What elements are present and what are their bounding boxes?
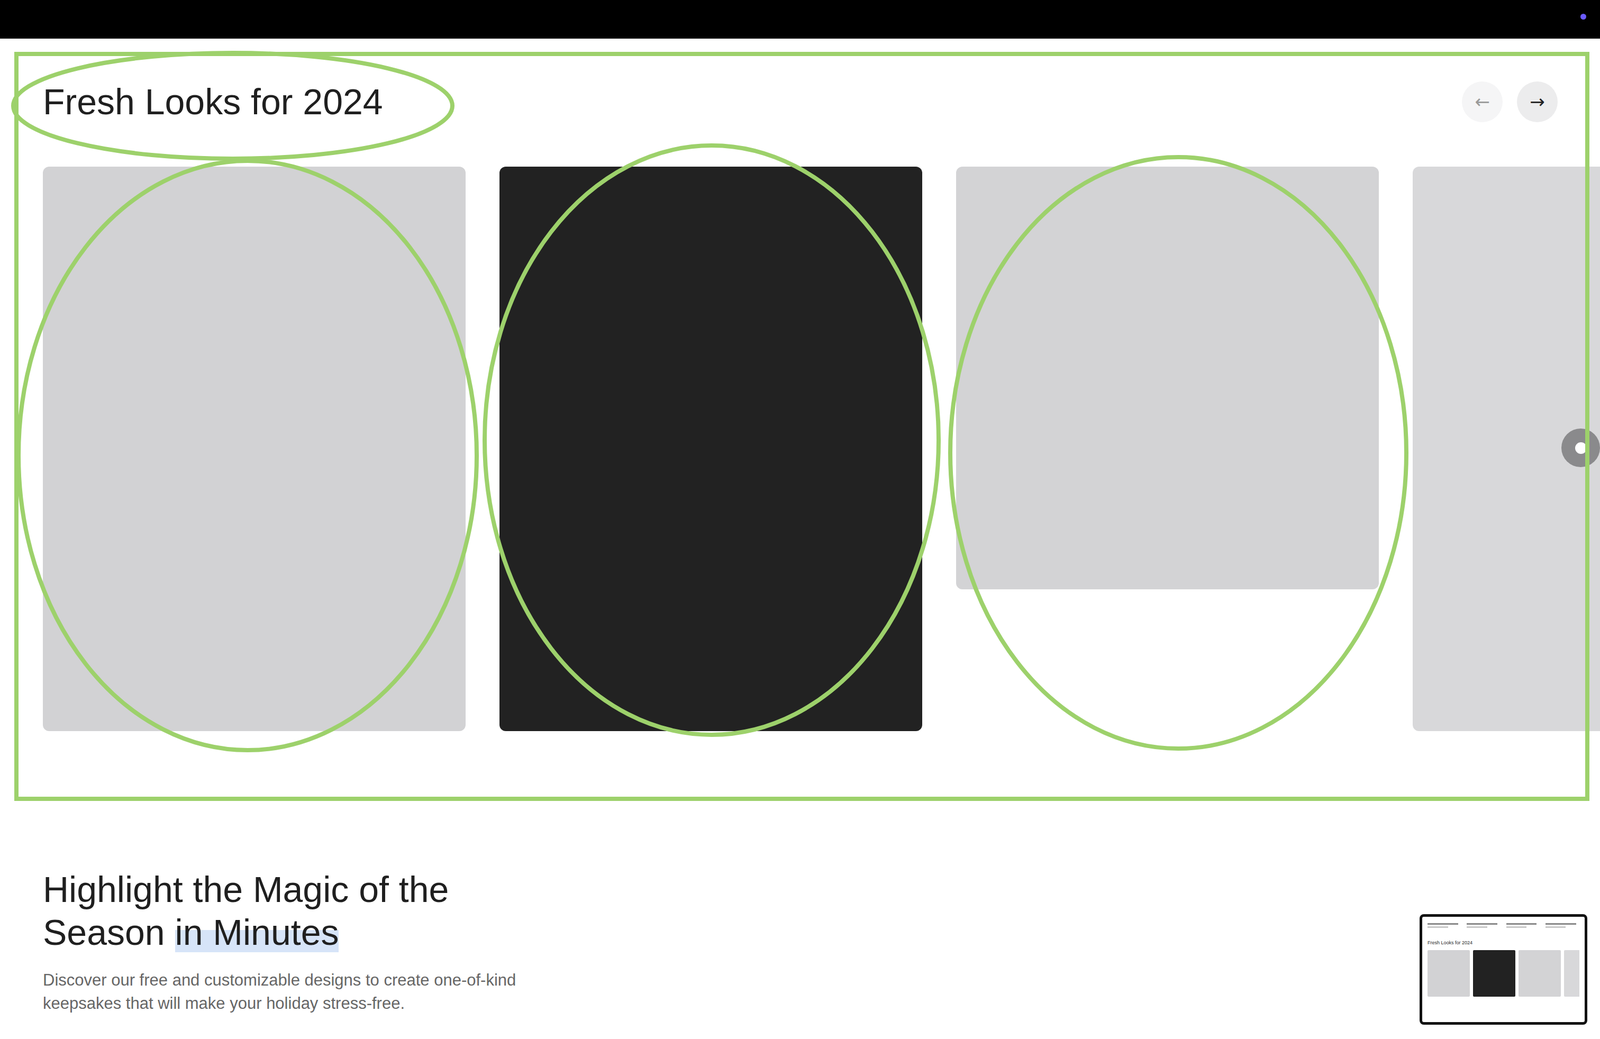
carousel-section: Fresh Looks for 2024 ← → [0,38,1600,732]
preview-columns [1427,923,1580,929]
preview-card [1518,950,1561,997]
design-card[interactable] [42,166,466,732]
preview-column [1466,923,1501,929]
section-title: Fresh Looks for 2024 [42,80,384,123]
preview-column [1506,923,1541,929]
card-control-icon[interactable] [1561,428,1600,468]
annotation-ellipse [484,145,939,735]
page-preview[interactable]: Fresh Looks for 2024 [1419,914,1588,1025]
annotation-ellipse [13,52,453,159]
preview-card [1427,950,1470,997]
preview-page: Fresh Looks for 2024 [1422,916,1585,1004]
intro-description: Discover our free and customizable desig… [42,968,525,1016]
design-card[interactable] [956,166,1379,590]
annotation-ellipse [950,157,1407,749]
preview-cards [1427,950,1580,997]
preview-card [1473,950,1516,997]
prev-button[interactable]: ← [1461,81,1503,123]
carousel-nav: ← → [1461,81,1558,123]
status-dot-icon [1580,13,1587,20]
intro-heading: Highlight the Magic of the Season in Min… [42,868,572,954]
intro-section: Highlight the Magic of the Season in Min… [0,731,1600,1016]
design-card[interactable] [1412,166,1600,732]
next-button[interactable]: → [1516,81,1558,123]
preview-column [1427,923,1462,929]
design-card[interactable] [499,166,923,732]
heading-highlight: in Minutes [175,912,340,953]
card-row [42,166,1600,732]
page: Fresh Looks for 2024 ← → Highlight the M… [0,0,1600,1039]
preview-title: Fresh Looks for 2024 [1427,939,1580,947]
top-bar [0,0,1600,39]
annotation-ellipse [18,160,477,751]
preview-column [1545,923,1580,929]
annotation-rect [16,53,1588,799]
title-row: Fresh Looks for 2024 ← → [42,80,1600,123]
annotation-overlay [0,0,1600,1039]
preview-card [1564,950,1580,997]
